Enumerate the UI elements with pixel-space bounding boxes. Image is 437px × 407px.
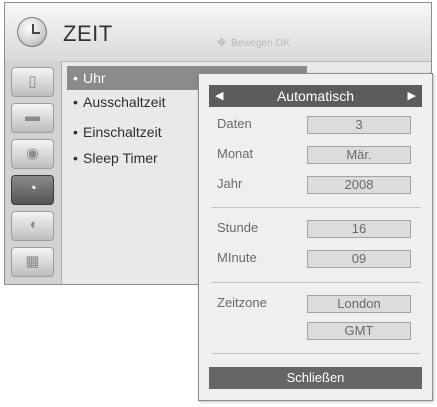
year-label: Jahr	[217, 176, 243, 191]
timezone-offset-row: GMT	[217, 322, 422, 342]
menu-item-label: Einschaltzeit	[83, 124, 162, 140]
mode-selector[interactable]: ◀ Automatisch ▶	[209, 85, 422, 107]
arrow-right-icon[interactable]: ▶	[408, 85, 416, 107]
timezone-city-field[interactable]: London	[307, 295, 411, 313]
year-row: Jahr 2008	[217, 176, 422, 196]
minute-label: MInute	[217, 250, 257, 265]
tv-menu: ZEIT ✥ Bewegen OK ▯ ▬ ◉ ◔ ◖ ▦ • Uhr • Au…	[0, 0, 437, 407]
mode-value: Automatisch	[276, 88, 355, 104]
time-icon: ◔	[27, 180, 38, 197]
minute-row: MInute 09	[217, 250, 422, 270]
lock-icon: ◖	[27, 216, 38, 233]
date-label: Daten	[217, 116, 252, 131]
sidebar-item-picture[interactable]: ▯	[11, 67, 54, 97]
dpad-move-icon: ✥	[217, 37, 227, 49]
month-row: Monat Mär.	[217, 146, 422, 166]
navigation-hint-text: Bewegen OK	[231, 38, 290, 49]
hour-label: Stunde	[217, 220, 259, 235]
divider	[211, 207, 421, 208]
close-button[interactable]: Schließen	[209, 367, 422, 389]
sidebar-item-setup[interactable]: ◉	[11, 139, 54, 169]
menu-header: ZEIT ✥ Bewegen OK	[5, 3, 431, 62]
sidebar-item-audio[interactable]: ▬	[11, 103, 54, 133]
sidebar-item-option[interactable]: ▦	[11, 247, 54, 277]
month-label: Monat	[217, 146, 254, 161]
option-icon: ▦	[25, 253, 40, 270]
menu-item-label: Ausschaltzeit	[83, 94, 166, 110]
month-field[interactable]: Mär.	[307, 146, 411, 164]
date-row: Daten 3	[217, 116, 422, 136]
navigation-hint: ✥ Bewegen OK	[217, 36, 290, 49]
timezone-label: Zeitzone	[217, 295, 267, 310]
year-field[interactable]: 2008	[307, 176, 411, 194]
sidebar-item-time[interactable]: ◔	[11, 175, 54, 205]
divider	[211, 353, 421, 354]
hour-field[interactable]: 16	[307, 220, 411, 238]
clock-settings-panel: ◀ Automatisch ▶ Daten 3 Monat Mär. Jahr …	[198, 73, 433, 401]
hour-row: Stunde 16	[217, 220, 422, 240]
menu-item-label: Uhr	[83, 70, 106, 86]
audio-icon: ▬	[25, 108, 40, 125]
picture-icon: ▯	[28, 73, 37, 90]
clock-icon	[17, 17, 47, 47]
timezone-offset-field[interactable]: GMT	[307, 322, 411, 340]
minute-field[interactable]: 09	[307, 250, 411, 268]
menu-item-label: Sleep Timer	[83, 150, 158, 166]
page-title: ZEIT	[63, 21, 113, 46]
category-sidebar: ▯ ▬ ◉ ◔ ◖ ▦	[5, 61, 62, 284]
setup-icon: ◉	[25, 145, 40, 162]
timezone-row: Zeitzone London	[217, 295, 422, 315]
sidebar-item-lock[interactable]: ◖	[11, 211, 54, 241]
divider	[211, 282, 421, 283]
date-field[interactable]: 3	[307, 116, 411, 134]
